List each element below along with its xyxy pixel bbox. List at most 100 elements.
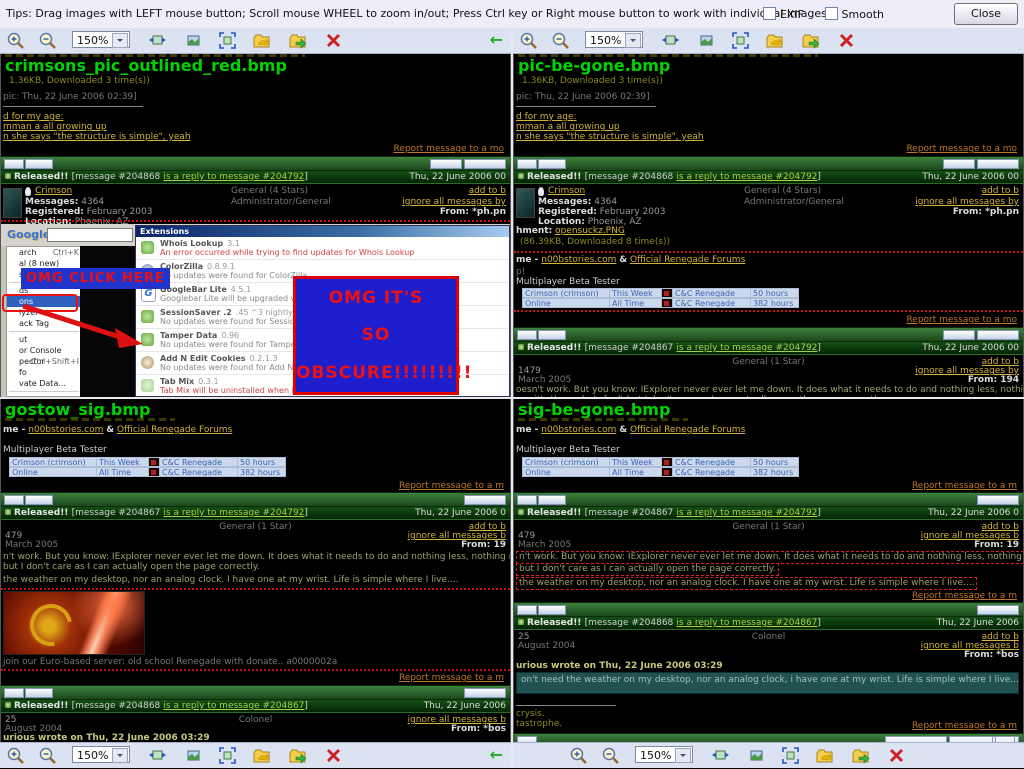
chevron-down-icon[interactable] xyxy=(675,748,691,763)
zoom-out-button[interactable] xyxy=(601,746,620,765)
chevron-down-icon[interactable] xyxy=(625,33,641,48)
stats-table-row: Crimson (crimson) This Week C&C Renegade… xyxy=(522,457,799,467)
fit-window-button[interactable] xyxy=(711,746,730,765)
embedded-screenshot: Google archCtrl+K al (8 new) ssage...Ctr… xyxy=(1,224,510,397)
zoom-level-select[interactable]: 150% xyxy=(585,31,643,48)
delete-image-button[interactable] xyxy=(837,31,856,50)
image-view-bottom-right[interactable]: sig-be-gone.bmp me - n00bstories.com & O… xyxy=(513,399,1024,742)
smooth-checkbox[interactable] xyxy=(825,7,838,20)
extension-title: SessionSaver .2 xyxy=(160,308,232,317)
extension-title: Tamper Data xyxy=(160,331,217,340)
extension-name: Tab Mix0.3.1 xyxy=(160,377,219,386)
zoom-in-button[interactable] xyxy=(519,31,538,50)
zoom-out-button[interactable] xyxy=(38,746,57,765)
zoom-in-button[interactable] xyxy=(6,746,25,765)
exif-checkbox-group[interactable]: EXIF xyxy=(763,7,804,21)
extension-name: GoogleBar Lite4.5.1 xyxy=(160,285,251,294)
post-icon xyxy=(518,619,524,625)
prev-image-button[interactable]: ← xyxy=(490,30,503,49)
site-links-line: me - n00bstories.com & Official Renegade… xyxy=(516,425,745,436)
from-line: From: *ph.pn xyxy=(440,207,506,218)
fit-selection-button[interactable] xyxy=(731,31,750,50)
post-message-id: [message #204868 xyxy=(585,618,674,628)
fit-selection-button[interactable] xyxy=(218,746,237,765)
user-registered: August 2004 xyxy=(518,641,575,652)
image-view-bottom-left[interactable]: gostow_sig.bmp me - n00bstories.com & Of… xyxy=(0,399,511,742)
stats-cell: This Week xyxy=(610,288,662,298)
username-link: Crimson xyxy=(35,186,72,197)
quote-header: urious wrote on Thu, 22 June 2006 03:29 xyxy=(3,733,210,742)
site-link: n00bstories.com xyxy=(28,425,103,435)
stats-cell: 50 hours xyxy=(238,457,286,467)
site-amp: & xyxy=(619,255,627,265)
copy-image-button[interactable] xyxy=(815,746,834,765)
stats-cell: Online xyxy=(522,298,610,308)
chevron-down-icon[interactable] xyxy=(112,748,128,763)
zoom-in-button[interactable] xyxy=(569,746,588,765)
menu-shortcut: Ctrl+K xyxy=(53,247,79,258)
forum-button-bar xyxy=(514,327,1023,342)
actual-size-button[interactable] xyxy=(747,746,766,765)
save-image-button[interactable] xyxy=(851,746,870,765)
fit-window-button[interactable] xyxy=(148,746,167,765)
copy-image-button[interactable] xyxy=(765,31,784,50)
post-header: Released!! [message #204867 is a reply t… xyxy=(1,507,510,520)
delete-image-button[interactable] xyxy=(324,31,343,50)
username-link: Crimson xyxy=(548,186,585,197)
puzzle-icon xyxy=(141,379,154,392)
forum-button xyxy=(538,495,566,505)
fit-selection-button[interactable] xyxy=(781,746,800,765)
signature-link: n she says "the structure is simple", ye… xyxy=(516,132,704,143)
fit-window-button[interactable] xyxy=(148,31,167,50)
delete-image-button[interactable] xyxy=(887,746,906,765)
extension-status: An error occurred while trying to find u… xyxy=(160,248,414,257)
copy-image-button[interactable] xyxy=(252,746,271,765)
attachment-label: hment: xyxy=(516,226,552,236)
registered-label: Registered: xyxy=(25,207,84,217)
image-toolbar-top-left: 150% ← xyxy=(0,28,511,54)
site-links-line: me - n00bstories.com & Official Renegade… xyxy=(3,425,232,436)
zoom-level-select[interactable]: 150% xyxy=(72,31,130,48)
image-view-top-left[interactable]: crimsons_pic_outlined_red.bmp 1.36KB, Do… xyxy=(0,54,511,397)
bracket: ] xyxy=(817,618,821,628)
fit-selection-button[interactable] xyxy=(218,31,237,50)
site-link: Official Renegade Forums xyxy=(630,255,745,265)
exif-checkbox[interactable] xyxy=(763,7,776,20)
copy-image-button[interactable] xyxy=(252,31,271,50)
image-toolbar-bottom-left: 150% ← xyxy=(0,742,511,768)
actual-size-button[interactable] xyxy=(697,31,716,50)
chevron-down-icon[interactable] xyxy=(112,33,128,48)
forum-button xyxy=(943,330,975,340)
exif-label: EXIF xyxy=(780,8,804,21)
bracket: ] xyxy=(817,508,821,518)
delete-image-button[interactable] xyxy=(324,746,343,765)
zoom-out-button[interactable] xyxy=(551,31,570,50)
post-header: Released!! [message #204867 is a reply t… xyxy=(514,507,1023,520)
site-links-line: me - n00bstories.com & Official Renegade… xyxy=(516,255,745,266)
puzzle-icon xyxy=(141,241,154,254)
zoom-level-select[interactable]: 150% xyxy=(72,746,130,763)
save-image-button[interactable] xyxy=(801,31,820,50)
save-image-button[interactable] xyxy=(288,746,307,765)
smooth-checkbox-group[interactable]: Smooth xyxy=(825,7,884,21)
signature-link: n she says "the structure is simple", ye… xyxy=(3,132,191,143)
post-icon xyxy=(5,702,11,708)
forum-button xyxy=(538,330,566,340)
image-view-top-right[interactable]: pic-be-gone.bmp 1.36KB, Downloaded 3 tim… xyxy=(513,54,1024,397)
close-button[interactable]: Close xyxy=(954,3,1018,25)
actual-size-button[interactable] xyxy=(184,31,203,50)
beta-tester-line: Multiplayer Beta Tester xyxy=(3,445,107,456)
cookie-icon xyxy=(141,356,154,369)
zoom-level-select[interactable]: 150% xyxy=(635,746,693,763)
extension-name: Add N Edit Cookies0.2.1.3 xyxy=(160,354,278,363)
prev-image-button[interactable]: ← xyxy=(490,745,503,764)
zoom-in-button[interactable] xyxy=(6,31,25,50)
fit-window-button[interactable] xyxy=(661,31,680,50)
actual-size-button[interactable] xyxy=(184,746,203,765)
save-image-button[interactable] xyxy=(288,31,307,50)
zoom-out-button[interactable] xyxy=(38,31,57,50)
messages-label: Messages: xyxy=(25,197,78,207)
report-message-link: Report message to a m xyxy=(912,721,1017,732)
extension-name: Whois Lookup3.1 xyxy=(160,239,240,248)
stats-cell: 382 hours xyxy=(751,298,799,308)
